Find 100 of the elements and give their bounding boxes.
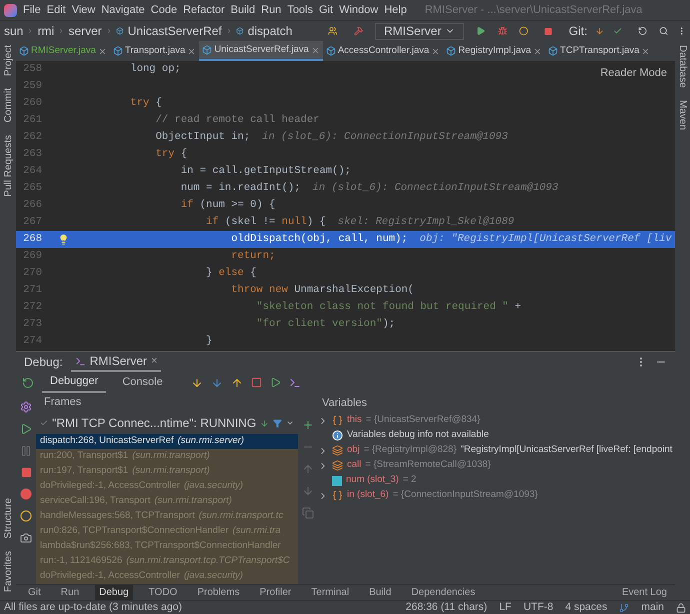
update-icon[interactable] <box>595 25 605 37</box>
stack-frame[interactable]: dispatch:268, UnicastServerRef (sun.rmi.server) <box>36 434 298 449</box>
menu-item[interactable]: Navigate <box>101 2 145 18</box>
code-line: } else { <box>205 266 256 281</box>
tool-window-tab[interactable]: Build <box>365 584 396 600</box>
editor-tab[interactable]: TCPTransport.java <box>545 41 654 61</box>
hammer-icon[interactable] <box>354 25 364 37</box>
tool-window-tab[interactable]: Git <box>24 584 45 600</box>
tool-window-label[interactable]: Favorites <box>0 550 20 592</box>
tool-window-label[interactable]: Pull Requests <box>0 134 20 196</box>
breadcrumb[interactable]: sun <box>4 22 24 40</box>
menu-item[interactable]: Refactor <box>183 2 225 18</box>
menu-item[interactable]: Tools <box>287 2 313 18</box>
code-line: try { <box>129 96 162 111</box>
line-number: 258 <box>22 62 43 77</box>
tool-window-tab[interactable]: TODO <box>144 584 182 600</box>
breadcrumb[interactable]: rmi <box>38 22 54 40</box>
debugger-tab[interactable]: Console <box>114 372 171 393</box>
editor-tab[interactable]: AccessController.java <box>322 41 444 61</box>
step-out-icon[interactable] <box>230 376 243 388</box>
history-icon[interactable] <box>638 25 648 37</box>
variable-name[interactable]: this <box>347 413 362 428</box>
debugger-tab[interactable]: Debugger <box>42 372 106 393</box>
tool-window-tab[interactable]: Dependencies <box>407 584 480 600</box>
event-log-button[interactable]: Event Log <box>622 585 667 600</box>
variable-name[interactable]: obj <box>347 443 360 458</box>
tool-window-label[interactable]: Database <box>671 45 690 88</box>
lightbulb-icon[interactable] <box>58 234 68 245</box>
camera-icon[interactable] <box>20 532 32 544</box>
variable-name[interactable]: Variables debug info not available <box>347 428 489 443</box>
force-step-icon[interactable] <box>210 376 223 388</box>
menu-item[interactable]: Run <box>261 2 282 18</box>
tool-window-label[interactable]: Structure <box>0 498 20 539</box>
tool-window-label[interactable]: Commit <box>0 88 20 123</box>
close-icon[interactable] <box>310 46 320 54</box>
settings-icon[interactable] <box>20 401 32 413</box>
menu-item[interactable]: Code <box>150 2 178 18</box>
evaluate-icon[interactable] <box>288 376 301 388</box>
class-icon <box>548 46 558 56</box>
tool-window-tab[interactable]: Run <box>56 584 84 600</box>
menu-item[interactable]: Git <box>319 2 334 18</box>
thread-selector[interactable]: "RMI TCP Connec...ntime": RUNNING <box>52 414 256 432</box>
variable-name[interactable]: num (slot_3) <box>346 473 399 488</box>
line-number: 264 <box>22 164 43 179</box>
close-icon[interactable] <box>98 46 107 56</box>
lock-icon[interactable] <box>676 602 686 612</box>
breadcrumb[interactable]: UnicastServerRef <box>128 22 222 40</box>
menu-item[interactable]: Help <box>384 2 407 18</box>
tool-window-label[interactable]: Maven <box>671 100 690 130</box>
caret-position[interactable]: 268:36 (11 chars) <box>406 600 488 614</box>
run-icon[interactable] <box>476 25 486 37</box>
menu-item[interactable]: Edit <box>46 2 66 18</box>
variable-value: = 2 <box>402 473 416 488</box>
debug-icon[interactable] <box>498 25 507 37</box>
reader-mode-label[interactable]: Reader Mode <box>600 65 667 82</box>
menu-item[interactable]: Build <box>230 2 256 18</box>
line-number: 262 <box>22 130 43 145</box>
code-line: // read remote call header <box>154 112 320 128</box>
menu-item[interactable]: Window <box>339 2 378 18</box>
tool-window-tab[interactable]: Terminal <box>307 584 354 600</box>
editor-tab[interactable]: RegistryImpl.java <box>443 41 546 61</box>
close-icon[interactable] <box>641 46 650 56</box>
git-branch[interactable]: main <box>641 600 664 614</box>
variable-string: "RegistryImpl[UnicastServerRef [liveRef: [endpoint <box>460 443 672 458</box>
line-number: 267 <box>22 214 43 230</box>
chevron-icon <box>58 27 64 35</box>
resume-icon[interactable] <box>20 423 32 435</box>
people-icon[interactable] <box>328 25 338 37</box>
menu-item[interactable]: View <box>72 2 96 18</box>
rerun-icon[interactable] <box>22 376 34 388</box>
close-icon[interactable] <box>187 46 196 56</box>
indent-setting[interactable]: 4 spaces <box>565 600 608 614</box>
stop-icon[interactable] <box>20 467 32 478</box>
line-separator[interactable]: LF <box>499 600 512 614</box>
breakpoint-icon[interactable] <box>20 488 32 500</box>
menu-item[interactable]: File <box>23 2 41 18</box>
breadcrumb[interactable]: server <box>68 22 102 40</box>
tool-window-tab[interactable]: Profiler <box>256 584 296 600</box>
search-icon[interactable] <box>659 25 669 37</box>
code-line: in = call.getInputStream(); <box>180 164 351 179</box>
session-tab[interactable]: RMIServer × <box>70 352 162 372</box>
run-to-cursor-icon[interactable] <box>270 377 281 388</box>
close-icon[interactable] <box>533 46 542 56</box>
tool-window-tab[interactable]: Problems <box>193 584 244 600</box>
variable-value: = {StreamRemoteCall@1038} <box>365 458 491 472</box>
down-arrow-icon[interactable] <box>260 418 270 428</box>
run-configuration-dropdown[interactable]: RMIServer <box>375 22 464 40</box>
tool-window-tab[interactable]: Debug <box>95 584 133 600</box>
editor-tab[interactable]: Transport.java <box>110 41 200 61</box>
breadcrumb[interactable]: dispatch <box>248 22 292 40</box>
file-encoding[interactable]: UTF-8 <box>523 600 554 614</box>
editor-tab[interactable]: UnicastServerRef.java <box>199 41 323 61</box>
close-icon[interactable] <box>431 46 440 56</box>
code-line: ObjectInput in; in (slot_6): ConnectionInputStream@1093 <box>154 130 508 145</box>
stop-icon[interactable] <box>544 26 553 36</box>
step-into-icon[interactable] <box>190 376 203 388</box>
variable-name[interactable]: call <box>347 458 362 473</box>
filter-icon[interactable] <box>273 418 282 428</box>
add-icon[interactable] <box>302 419 314 431</box>
variable-name[interactable]: in (slot_6) <box>347 488 389 503</box>
